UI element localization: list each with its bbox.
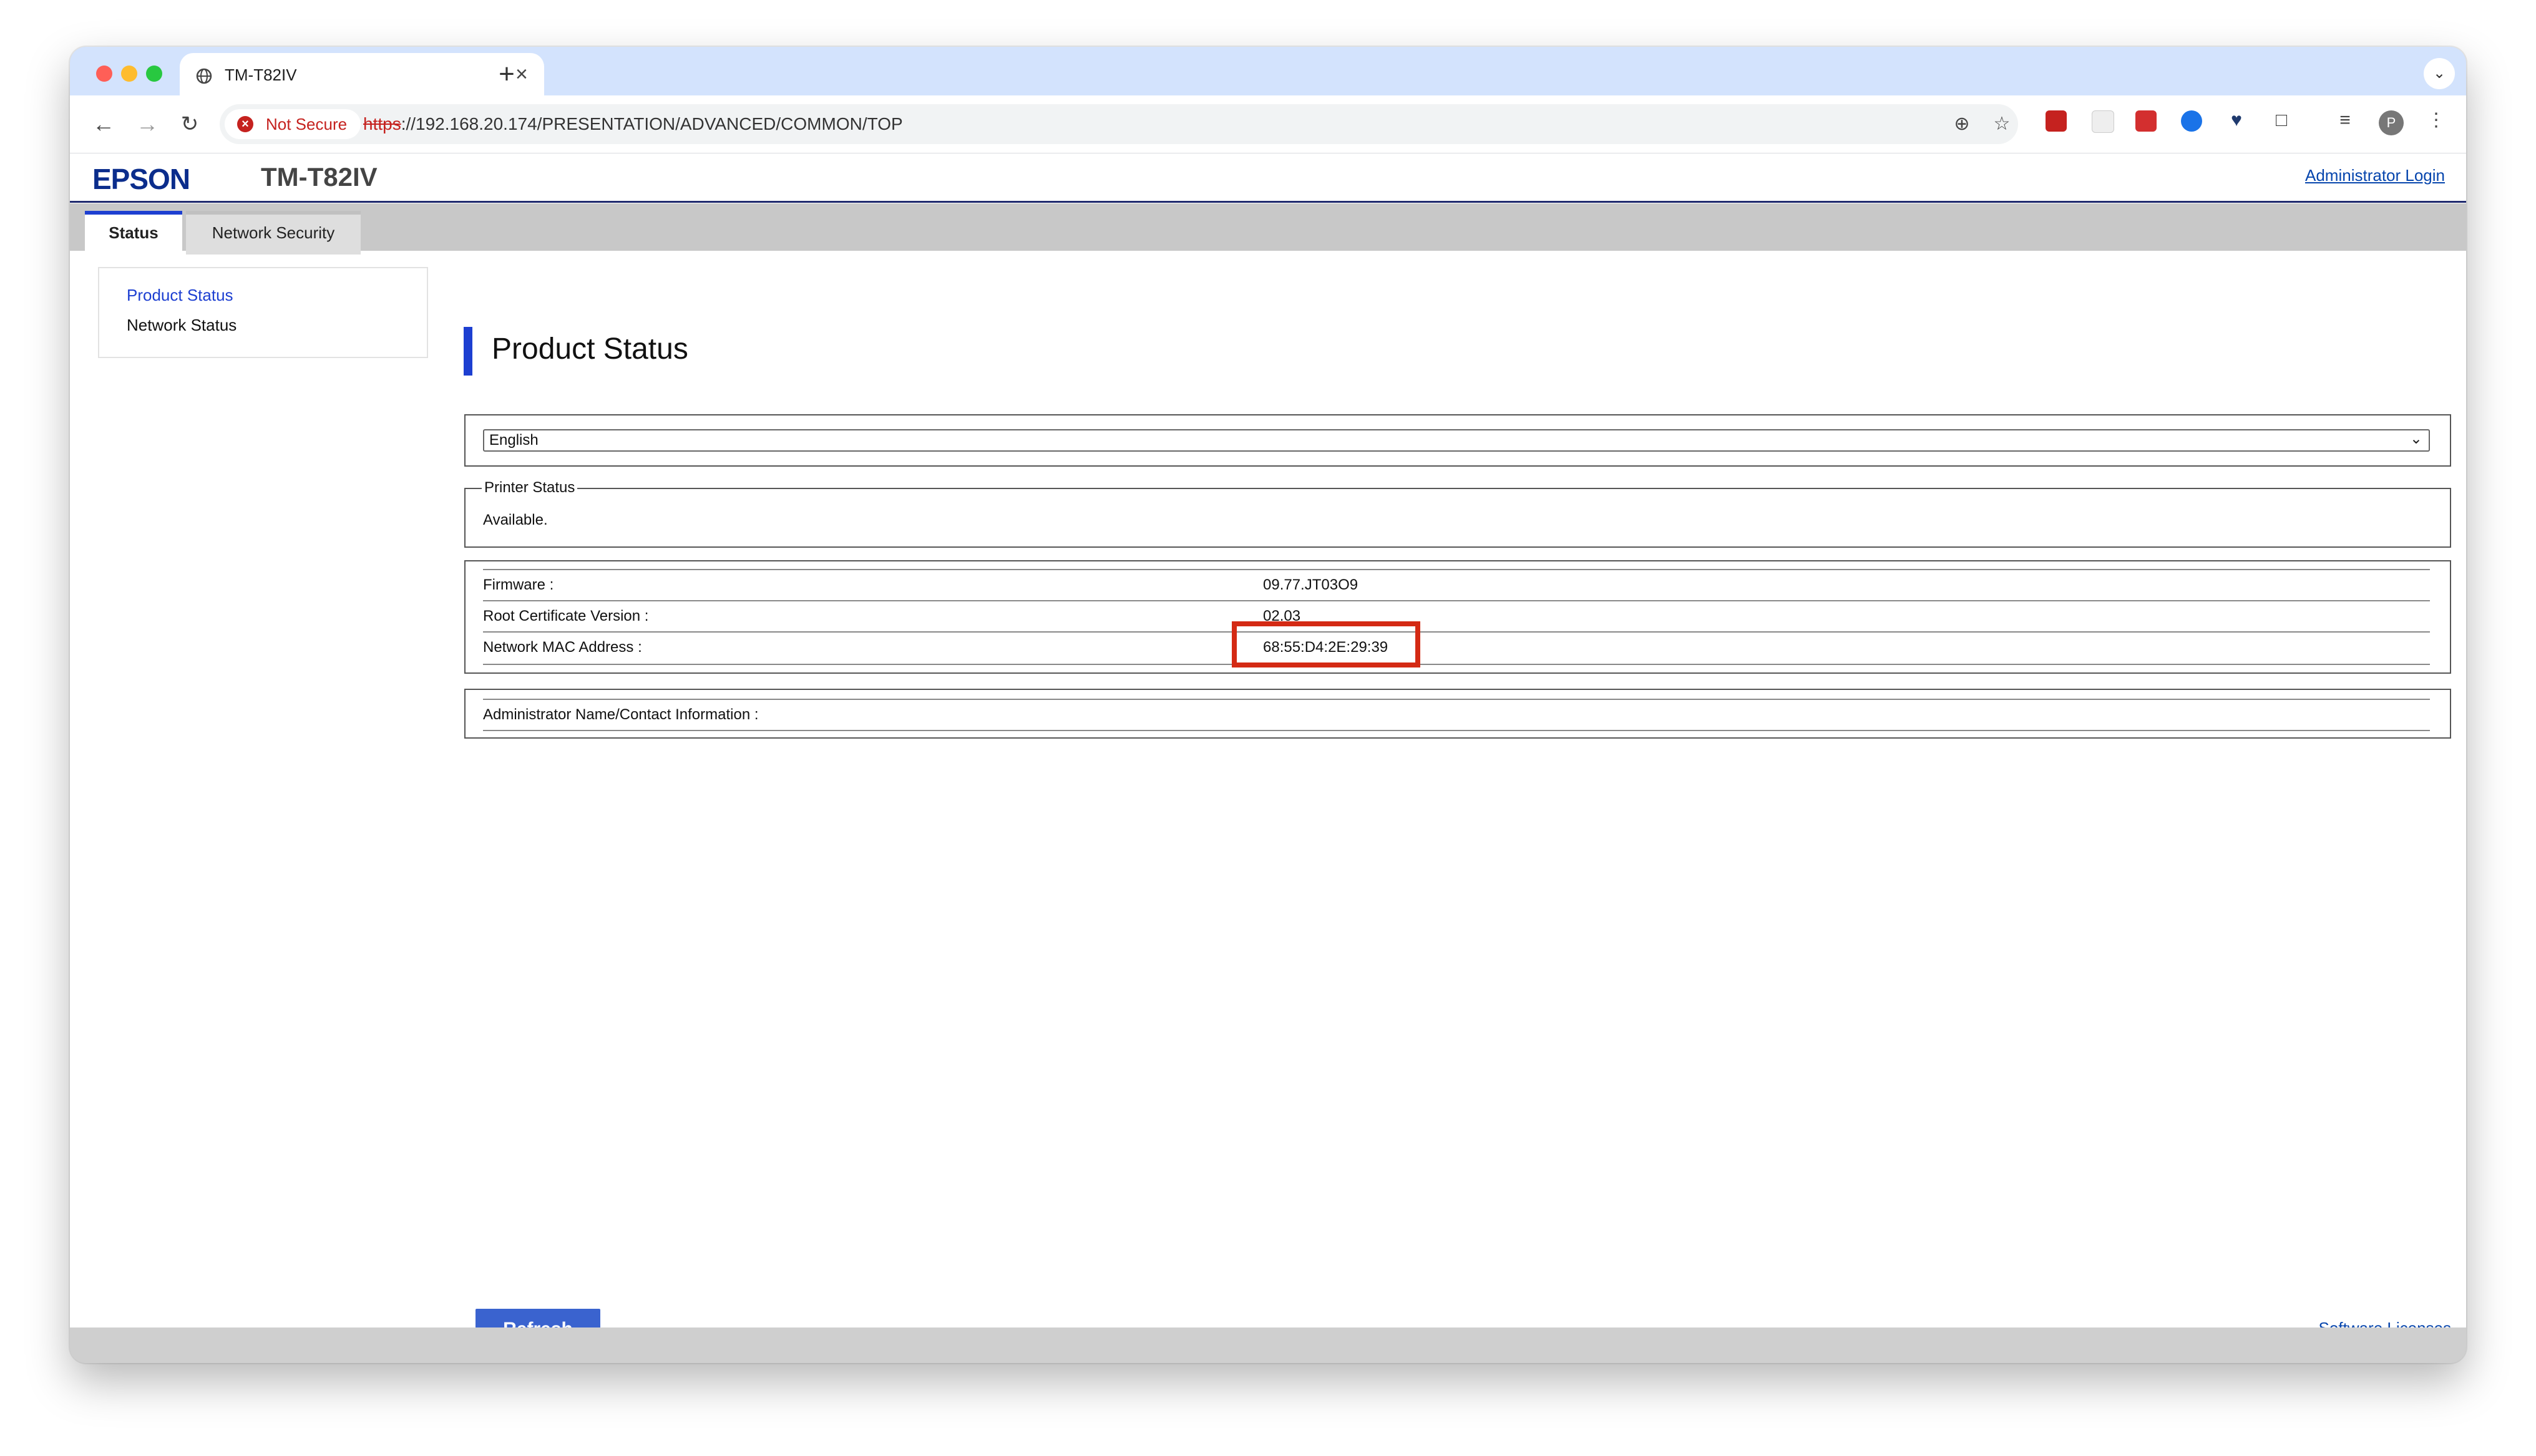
globe-icon — [196, 68, 212, 84]
page-viewport: EPSON TM-T82IV Administrator Login Statu… — [70, 153, 2466, 1350]
title-accent-bar — [464, 327, 472, 376]
mac-highlight-box — [1232, 621, 1420, 667]
sidebar-item-product-status[interactable]: Product Status — [127, 286, 233, 305]
info-row-mac-address: Network MAC Address : 68:55:D4:2E:29:39 — [483, 631, 2430, 665]
page-title: Product Status — [492, 332, 688, 366]
language-panel: English ⌄ — [464, 414, 2451, 467]
blank-extension-icon[interactable] — [2092, 110, 2114, 133]
chevron-down-icon: ⌄ — [2409, 430, 2422, 447]
url-scheme: https — [363, 114, 401, 133]
tab-bar: Status Network Security — [70, 203, 2466, 255]
maximize-window-button[interactable] — [146, 66, 162, 82]
url-path: ://192.168.20.174/PRESENTATION/ADVANCED/… — [401, 114, 903, 133]
url-text[interactable]: https://192.168.20.174/PRESENTATION/ADVA… — [363, 114, 903, 134]
info-label: Root Certificate Version : — [483, 608, 649, 624]
menu-icon[interactable]: ⋮ — [2422, 108, 2450, 133]
info-label: Firmware : — [483, 576, 554, 593]
reload-icon[interactable]: ↻ — [175, 109, 205, 139]
back-icon[interactable]: ← — [89, 109, 119, 139]
new-tab-button[interactable]: + — [488, 53, 525, 95]
heart-extension-icon[interactable]: ♥ — [2223, 108, 2250, 133]
minimize-window-button[interactable] — [121, 66, 137, 82]
chevron-down-icon[interactable]: ⌄ — [2424, 58, 2455, 89]
browser-window: TM-T82IV × + ⌄ ← → ↻ × Not Secure https:… — [70, 47, 2466, 1363]
warning-icon: × — [237, 116, 253, 132]
info-row-firmware: Firmware : 09.77.JT03O9 — [483, 569, 2430, 601]
tab-strip: TM-T82IV × + ⌄ — [70, 47, 2466, 95]
admin-contact-panel: Administrator Name/Contact Information : — [464, 689, 2451, 739]
admin-contact-label: Administrator Name/Contact Information : — [483, 706, 759, 723]
star-icon[interactable]: ☆ — [1988, 110, 2016, 138]
address-bar[interactable]: × Not Secure https://192.168.20.174/PRES… — [220, 104, 2018, 144]
language-select[interactable]: English ⌄ — [483, 429, 2430, 452]
tab-status[interactable]: Status — [85, 211, 182, 255]
admin-login-link[interactable]: Administrator Login — [2305, 166, 2445, 185]
language-selected: English — [489, 432, 539, 449]
zoom-icon[interactable]: ⊕ — [1948, 110, 1976, 138]
printer-status-value: Available. — [483, 512, 548, 528]
close-window-button[interactable] — [96, 66, 112, 82]
tab-title: TM-T82IV — [225, 66, 297, 84]
brand-logo: EPSON — [92, 163, 190, 195]
printer-status-fieldset: Printer Status Available. — [464, 479, 2451, 548]
product-info-panel: Firmware : 09.77.JT03O9 Root Certificate… — [464, 560, 2451, 674]
not-secure-chip[interactable]: × Not Secure — [225, 109, 361, 139]
sidebar-item-network-status[interactable]: Network Status — [127, 316, 237, 335]
pdf-extension-icon[interactable] — [2046, 110, 2067, 132]
info-value: 09.77.JT03O9 — [1263, 576, 1358, 593]
admin-contact-row: Administrator Name/Contact Information : — [483, 699, 2430, 731]
tab-search-icon[interactable]: ≡ — [2331, 108, 2359, 133]
forward-icon[interactable]: → — [132, 109, 162, 139]
profile-icon[interactable]: P — [2379, 110, 2404, 135]
site-header: EPSON TM-T82IV Administrator Login — [70, 153, 2466, 203]
onepassword-icon[interactable] — [2181, 110, 2202, 132]
window-bottom-strip — [70, 1327, 2466, 1363]
info-row-root-certificate: Root Certificate Version : 02.03 — [483, 600, 2430, 633]
info-label: Network MAC Address : — [483, 639, 642, 656]
not-secure-label: Not Secure — [266, 115, 348, 133]
puzzle-extension-icon[interactable]: □ — [2268, 108, 2295, 133]
browser-toolbar: ← → ↻ × Not Secure https://192.168.20.17… — [70, 95, 2466, 153]
model-name: TM-T82IV — [261, 162, 378, 192]
password-extension-icon[interactable] — [2135, 110, 2157, 132]
tab-network-security[interactable]: Network Security — [186, 211, 361, 255]
sidebar: Product Status Network Status — [98, 267, 428, 358]
printer-status-legend: Printer Status — [482, 479, 578, 497]
